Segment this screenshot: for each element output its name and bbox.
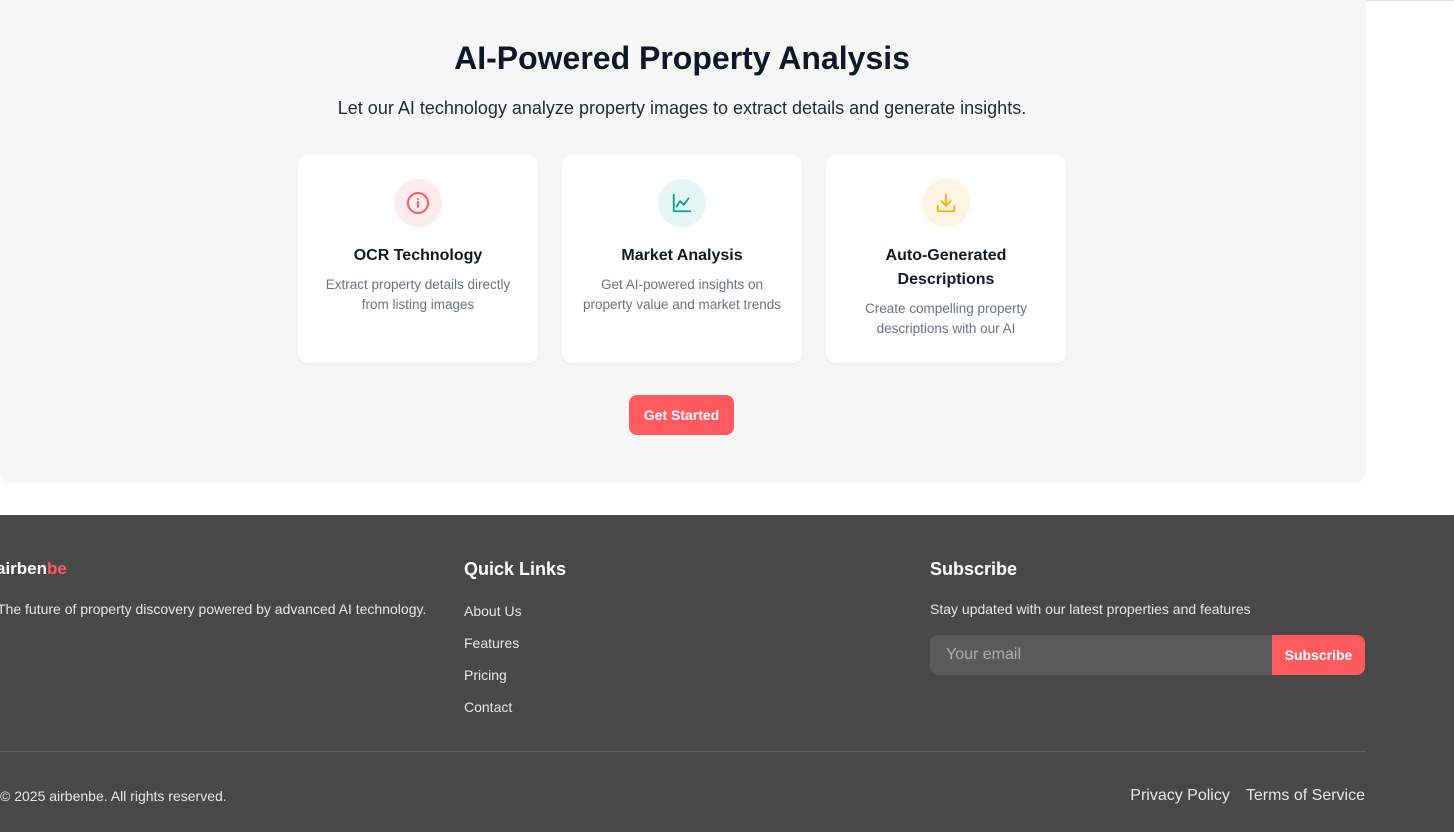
email-input[interactable]: [930, 635, 1273, 675]
card-title: OCR Technology: [353, 247, 483, 264]
copyright-text: © 2025 airbenbe. All rights reserved.: [0, 788, 227, 804]
link-features[interactable]: Features: [464, 635, 522, 667]
brand-accent: be: [47, 559, 67, 578]
footer-logo[interactable]: airbenbe: [0, 559, 67, 579]
info-icon: [394, 179, 442, 227]
legal-links: Privacy Policy Terms of Service: [1130, 787, 1365, 805]
feature-card-market: Market Analysis Get AI-powered insights …: [562, 155, 802, 363]
link-about-us[interactable]: About Us: [464, 603, 522, 635]
link-contact[interactable]: Contact: [464, 699, 522, 731]
link-pricing[interactable]: Pricing: [464, 667, 522, 699]
footer-tagline: The future of property discovery powered…: [0, 601, 427, 617]
subscribe-button[interactable]: Subscribe: [1272, 635, 1365, 675]
card-title: Market Analysis: [621, 247, 743, 264]
footer-divider: [0, 751, 1366, 752]
ai-analysis-section: AI-Powered Property Analysis Let our AI …: [0, 0, 1366, 483]
feature-card-descriptions: Auto-Generated Descriptions Create compe…: [826, 155, 1066, 363]
footer: airbenbe The future of property discover…: [0, 515, 1454, 832]
section-subtitle: Let our AI technology analyze property i…: [337, 98, 1027, 118]
section-title: AI-Powered Property Analysis: [454, 40, 910, 76]
feature-card-ocr: OCR Technology Extract property details …: [298, 155, 538, 363]
brand-main: airben: [0, 559, 48, 578]
card-description: Extract property details directly from l…: [325, 277, 511, 312]
card-description: Get AI-powered insights on property valu…: [582, 277, 782, 312]
subscribe-description: Stay updated with our latest properties …: [930, 601, 1251, 617]
get-started-button[interactable]: Get Started: [629, 395, 734, 435]
quick-links-list: About Us Features Pricing Contact: [464, 603, 522, 731]
download-icon: [922, 179, 970, 227]
terms-of-service-link[interactable]: Terms of Service: [1246, 787, 1365, 805]
quick-links-heading: Quick Links: [464, 559, 567, 579]
card-title: Auto-Generated Descriptions: [885, 247, 1007, 288]
card-description: Create compelling property descriptions …: [864, 301, 1028, 336]
subscribe-heading: Subscribe: [930, 559, 1018, 579]
privacy-policy-link[interactable]: Privacy Policy: [1130, 787, 1230, 805]
chart-icon: [658, 179, 706, 227]
